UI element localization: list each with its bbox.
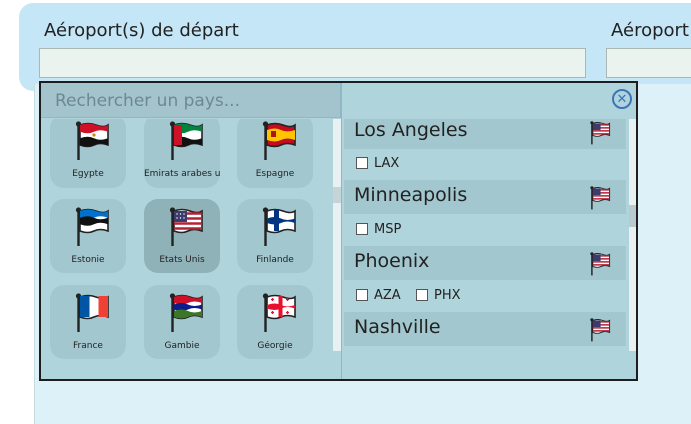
country-tile-uae[interactable]: Émirats arabes u (144, 119, 220, 188)
usa-flag-icon (590, 121, 611, 145)
airport-checkbox[interactable] (356, 289, 368, 301)
country-name: Finlande (256, 255, 294, 265)
country-grid: Égypte Émirats arabes u Espagne Estonie … (41, 119, 333, 379)
country-tile-france[interactable]: France (50, 285, 126, 359)
egypt-flag-icon (75, 121, 109, 160)
city-name: Phoenix (354, 250, 430, 272)
airport-checkbox[interactable] (356, 223, 368, 235)
city-header-phoenix[interactable]: Phoenix (344, 246, 626, 280)
country-tile-finland[interactable]: Finlande (237, 199, 313, 273)
city-name: Los Angeles (354, 119, 468, 141)
country-search-bar (41, 83, 341, 118)
usa-flag-icon (590, 186, 611, 210)
city-list-scrollbar[interactable] (629, 119, 636, 351)
country-tile-georgia[interactable]: Géorgie (237, 285, 313, 359)
city-list-scroll-thumb[interactable] (629, 205, 636, 227)
close-icon[interactable]: ✕ (612, 89, 632, 109)
city-header-minneapolis[interactable]: Minneapolis (344, 180, 626, 214)
picker-divider (341, 83, 342, 379)
city-header-nashville[interactable]: Nashville (344, 312, 626, 346)
france-flag-icon (75, 293, 109, 332)
country-name: Espagne (255, 169, 295, 179)
country-name: États Unis (159, 255, 205, 265)
country-name: France (73, 341, 103, 351)
usa-flag-icon (590, 252, 611, 276)
airport-checkbox[interactable] (356, 157, 368, 169)
estonia-flag-icon (75, 207, 109, 246)
country-tile-spain[interactable]: Espagne (237, 119, 313, 188)
country-picker-popup: ✕ Égypte Émirats arabes u (39, 81, 638, 381)
usa-flag-icon (590, 318, 611, 342)
country-list-scrollbar[interactable] (333, 119, 341, 351)
city-list: Los Angeles LAX Minneapolis MSP Phoenix … (344, 119, 626, 351)
country-name: Géorgie (257, 341, 293, 351)
country-name: Émirats arabes u (144, 169, 220, 179)
airport-option-msp[interactable]: MSP (356, 220, 401, 238)
georgia-flag-icon (262, 293, 296, 332)
country-search-input[interactable] (53, 87, 337, 115)
city-name: Minneapolis (354, 184, 468, 206)
arrival-airport-input[interactable] (606, 48, 691, 78)
airport-code: LAX (374, 155, 400, 171)
airport-code: MSP (374, 221, 402, 237)
country-tile-gambia[interactable]: Gambie (144, 285, 220, 359)
country-tile-estonia[interactable]: Estonie (50, 199, 126, 273)
airport-row: AZA PHX (356, 286, 556, 306)
country-list-scroll-thumb[interactable] (333, 187, 341, 203)
city-header-los-angeles[interactable]: Los Angeles (344, 119, 626, 149)
airport-option-lax[interactable]: LAX (356, 154, 399, 172)
uae-flag-icon (169, 121, 203, 160)
arrival-airport-label: Aéroport (611, 20, 689, 41)
airport-option-phx[interactable]: PHX (416, 286, 461, 304)
city-name: Nashville (354, 316, 441, 338)
airport-option-aza[interactable]: AZA (356, 286, 401, 304)
departure-airport-label: Aéroport(s) de départ (44, 20, 239, 41)
airport-checkbox[interactable] (416, 289, 428, 301)
airport-code: AZA (374, 287, 401, 303)
country-name: Estonie (71, 255, 105, 265)
country-tile-egypt[interactable]: Égypte (50, 119, 126, 188)
country-tile-usa[interactable]: États Unis (144, 199, 220, 273)
finland-flag-icon (262, 207, 296, 246)
usa-flag-icon (169, 207, 203, 246)
departure-airport-input[interactable] (39, 48, 586, 78)
country-name: Égypte (72, 169, 104, 179)
airport-code: PHX (434, 287, 461, 303)
gambia-flag-icon (169, 293, 203, 332)
country-name: Gambie (164, 341, 200, 351)
spain-flag-icon (262, 121, 296, 160)
